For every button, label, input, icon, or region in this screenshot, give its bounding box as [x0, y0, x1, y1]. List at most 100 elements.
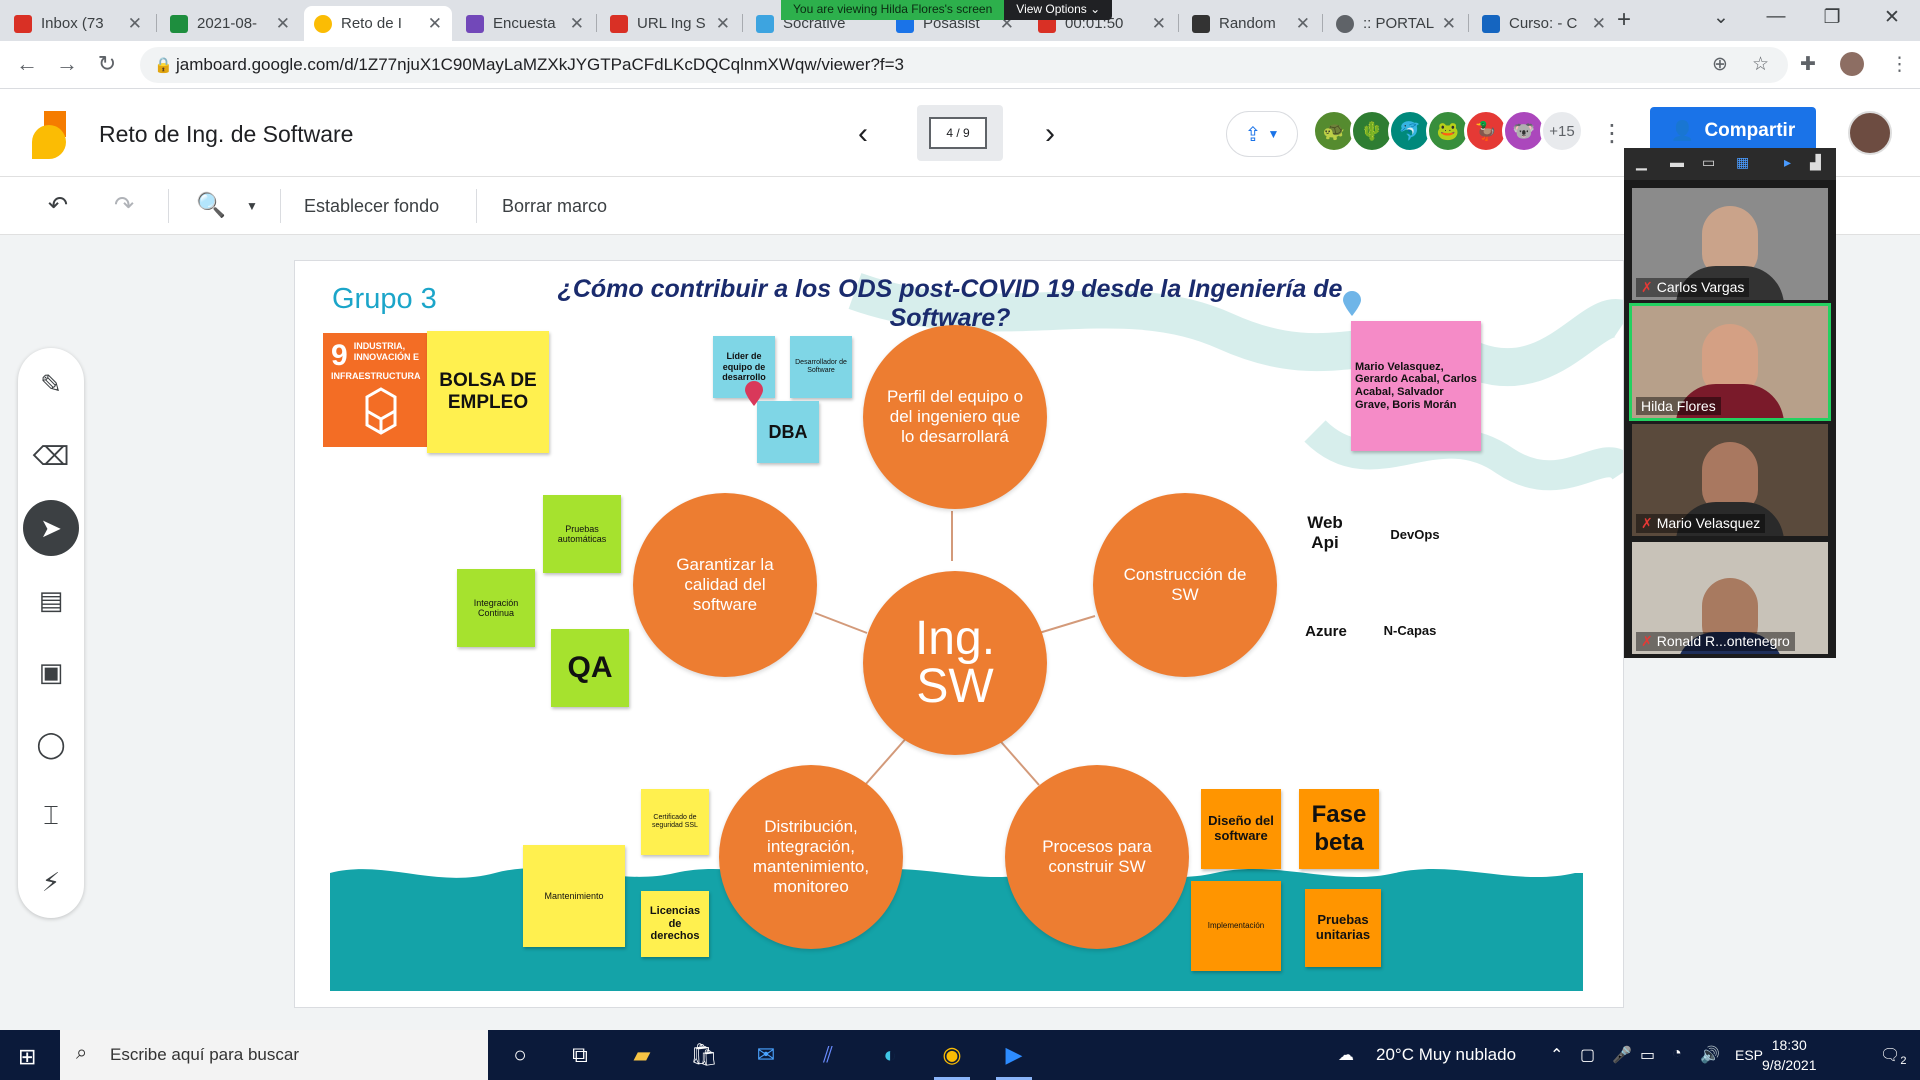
perfil-circle[interactable]: Perfil del equipo o del ingeniero que lo… [863, 325, 1047, 509]
sticky-note[interactable]: Fase beta [1299, 789, 1379, 869]
sticky-note[interactable]: Pruebas automáticas [543, 495, 621, 573]
sticky-note[interactable]: Pruebas unitarias [1305, 889, 1381, 967]
file-explorer-icon[interactable]: ▰ [624, 1042, 660, 1068]
previous-frame-icon[interactable]: ‹ [858, 117, 868, 151]
center-circle[interactable]: Ing. SW [863, 571, 1047, 755]
devops-label[interactable]: DevOps [1375, 527, 1455, 542]
more-collaborators-count[interactable]: +15 [1540, 109, 1584, 153]
task-view-icon[interactable]: ⧉ [562, 1042, 598, 1068]
present-button[interactable]: ⇪ ▼ [1226, 111, 1298, 157]
document-title[interactable]: Reto de Ing. de Software [99, 121, 353, 148]
zoom-dropdown-icon[interactable]: ▼ [246, 199, 258, 213]
back-icon[interactable]: ← [12, 51, 42, 77]
close-tab-icon[interactable]: ✕ [428, 14, 442, 34]
clear-frame-button[interactable]: Borrar marco [502, 196, 607, 217]
tray-chevron-icon[interactable]: ⌃ [1550, 1045, 1563, 1065]
text-box-icon[interactable]: ⌶ [23, 788, 79, 844]
jam-canvas[interactable]: Grupo 3 ¿Cómo contribuir a los ODS post-… [294, 260, 1624, 1008]
app-icon[interactable]: ⫽ [810, 1042, 846, 1068]
construction-circle[interactable]: Construcción de SW [1093, 493, 1277, 677]
language-indicator[interactable]: ESP [1735, 1047, 1763, 1063]
jamboard-logo[interactable] [30, 111, 70, 161]
minimize-panel-icon[interactable]: ▁ [1636, 154, 1647, 171]
sticky-note[interactable]: Certificado de seguridad SSL [641, 789, 709, 855]
minimize-button[interactable]: — [1756, 6, 1796, 28]
lock-icon[interactable]: 🔒 [154, 56, 173, 74]
wifi-icon[interactable]: ◔ [1672, 1045, 1682, 1063]
pen-icon[interactable]: ✎ [23, 356, 79, 412]
sticky-note[interactable]: DBA [757, 401, 819, 463]
circle-shape-icon[interactable]: ◯ [23, 716, 79, 772]
edge-icon[interactable]: ◐ [872, 1042, 908, 1068]
close-tab-icon[interactable]: ✕ [716, 14, 730, 34]
tab-url[interactable]: URL Ing S ✕ [600, 6, 740, 41]
exit-panel-icon[interactable]: ▟ [1810, 154, 1821, 171]
new-tab-button[interactable]: + [1604, 6, 1644, 34]
tab-portal[interactable]: :: PORTAL ✕ [1326, 6, 1466, 41]
zoom-in-icon[interactable]: 🔍 [196, 191, 226, 220]
set-background-button[interactable]: Establecer fondo [304, 196, 439, 217]
windows-start-icon[interactable]: ⊞ [18, 1044, 36, 1070]
account-avatar[interactable] [1848, 111, 1892, 155]
tab-drive[interactable]: 2021-08- ✕ [160, 6, 300, 41]
close-tab-icon[interactable]: ✕ [276, 14, 290, 34]
participant-video[interactable]: ✗ Carlos Vargas [1632, 188, 1828, 300]
frame-bar-button[interactable]: 4 / 9 [917, 105, 1003, 161]
sticky-note[interactable]: Desarrollador de Software [790, 336, 852, 398]
close-window-button[interactable]: ✕ [1872, 6, 1912, 29]
volume-icon[interactable]: 🔊 [1700, 1045, 1720, 1065]
close-tab-icon[interactable]: ✕ [1442, 14, 1456, 34]
team-members-note[interactable]: Mario Velasquez, Gerardo Acabal, Carlos … [1351, 321, 1481, 451]
tab-search-icon[interactable]: ⌄ [1701, 6, 1741, 29]
eraser-icon[interactable]: ⌫ [23, 428, 79, 484]
tab-jamboard[interactable]: Reto de I ✕ [304, 6, 452, 41]
participant-video[interactable]: ✗ Mario Velasquez [1632, 424, 1828, 536]
sticky-note[interactable]: Implementación [1191, 881, 1281, 971]
forward-icon[interactable]: → [52, 51, 82, 77]
next-page-icon[interactable]: ▸ [1784, 154, 1791, 171]
clock[interactable]: 18:30 9/8/2021 [1762, 1035, 1817, 1075]
participant-video[interactable]: Hilda Flores [1629, 303, 1831, 421]
close-tab-icon[interactable]: ✕ [570, 14, 584, 34]
microphone-icon[interactable]: 🎤 [1612, 1045, 1632, 1065]
sticky-note[interactable]: Diseño del software [1201, 789, 1281, 869]
strip-view-icon[interactable]: ▬ [1670, 154, 1684, 170]
close-tab-icon[interactable]: ✕ [1152, 14, 1166, 34]
process-circle[interactable]: Procesos para construir SW [1005, 765, 1189, 949]
sticky-note-icon[interactable]: ▤ [23, 572, 79, 628]
chrome-icon[interactable]: ◉ [934, 1042, 970, 1080]
reload-icon[interactable]: ↻ [92, 51, 122, 77]
profile-avatar[interactable] [1840, 52, 1864, 76]
tab-curso[interactable]: Curso: - C ✕ [1472, 6, 1616, 41]
weather-text[interactable]: 20°C Muy nublado [1376, 1045, 1516, 1065]
zoom-icon[interactable]: ⊕ [1712, 53, 1728, 76]
participant-video[interactable]: ✗ Ronald R...ontenegro [1632, 542, 1828, 654]
azure-label[interactable]: Azure [1291, 623, 1361, 640]
cortana-icon[interactable]: ○ [502, 1042, 538, 1068]
redo-icon[interactable]: ↷ [114, 191, 134, 220]
single-view-icon[interactable]: ▭ [1702, 154, 1715, 171]
undo-icon[interactable]: ↶ [48, 191, 68, 220]
quality-circle[interactable]: Garantizar la calidad del software [633, 493, 817, 677]
close-tab-icon[interactable]: ✕ [128, 14, 142, 34]
select-cursor-icon[interactable]: ➤ [23, 500, 79, 556]
tab-random[interactable]: Random ✕ [1182, 6, 1320, 41]
sticky-note[interactable]: Integración Continua [457, 569, 535, 647]
gallery-view-icon[interactable]: ▦ [1736, 154, 1749, 171]
tab-inbox[interactable]: Inbox (73 ✕ [4, 6, 152, 41]
close-tab-icon[interactable]: ✕ [1296, 14, 1310, 34]
taskbar-search-input[interactable]: ⌕ Escribe aquí para buscar [60, 1030, 488, 1080]
sticky-note[interactable]: BOLSA DE EMPLEO [427, 331, 549, 453]
url-input[interactable]: 🔒 jamboard.google.com/d/1Z77njuX1C90MayL… [140, 47, 1788, 83]
meet-now-icon[interactable]: ▢ [1580, 1045, 1595, 1065]
web-api-label[interactable]: Web Api [1295, 513, 1355, 553]
image-icon[interactable]: ▣ [23, 644, 79, 700]
zoom-app-icon[interactable]: ▶ [996, 1042, 1032, 1080]
group-label[interactable]: Grupo 3 [332, 283, 437, 316]
laser-icon[interactable]: ⚡ [23, 854, 79, 910]
bookmark-star-icon[interactable]: ☆ [1752, 53, 1769, 76]
notifications-icon[interactable]: 🗨2 [1880, 1045, 1906, 1067]
extensions-icon[interactable]: ✚ [1800, 53, 1816, 76]
sticky-note[interactable]: QA [551, 629, 629, 707]
more-options-icon[interactable]: ⋮ [1600, 119, 1624, 148]
